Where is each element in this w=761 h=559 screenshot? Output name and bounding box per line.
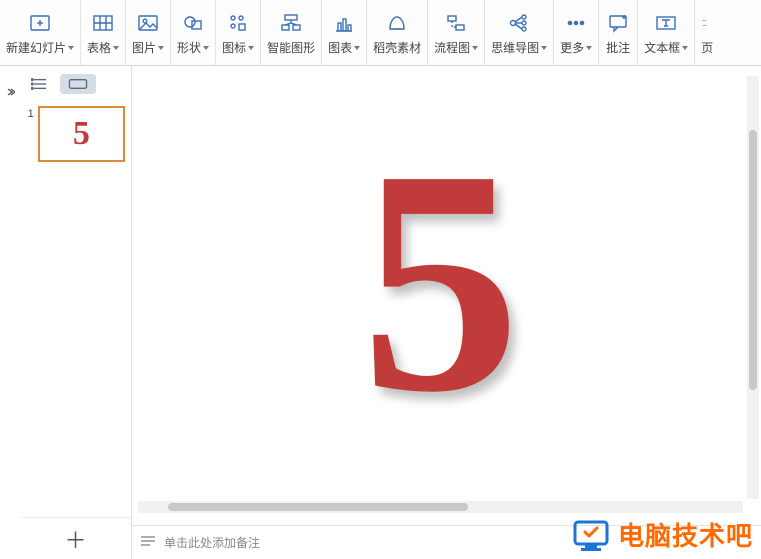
outline-view-button[interactable] — [26, 74, 54, 94]
plus-icon: ＋ — [64, 523, 86, 555]
slide-number-shape[interactable]: 5 — [361, 121, 521, 441]
header-footer-partial[interactable]: 页 — [695, 0, 715, 65]
picture-button[interactable]: 图片 — [126, 0, 171, 65]
new-slide-button[interactable]: 新建幻灯片 — [0, 0, 81, 65]
textbox-icon — [653, 11, 679, 35]
panel-toolbar — [20, 66, 131, 102]
smartart-button[interactable]: 智能图形 — [261, 0, 322, 65]
shape-button[interactable]: 形状 — [171, 0, 216, 65]
chart-label: 图表 — [328, 39, 352, 56]
work-area: 1 5 ＋ 5 单击此处添加备注 — [0, 66, 761, 559]
gutter — [0, 66, 20, 559]
header-footer-icon — [702, 11, 712, 35]
more-button[interactable]: 更多 — [554, 0, 599, 65]
shape-label: 形状 — [177, 39, 201, 56]
icons-icon — [225, 11, 251, 35]
insert-ribbon: 新建幻灯片 表格 图片 形状 图标 智能图形 图表 稻壳素材 流程图 思维导图 — [0, 0, 761, 66]
smartart-icon — [278, 11, 304, 35]
flowchart-button[interactable]: 流程图 — [428, 0, 485, 65]
docer-icon — [384, 11, 410, 35]
chart-icon — [331, 11, 357, 35]
thumbnail-view-button[interactable] — [60, 74, 96, 94]
comment-label: 批注 — [606, 39, 630, 56]
collapse-panel-button[interactable] — [5, 86, 15, 100]
slide-index: 1 — [26, 106, 34, 162]
docer-button[interactable]: 稻壳素材 — [367, 0, 428, 65]
docer-label: 稻壳素材 — [373, 39, 421, 56]
flowchart-icon — [443, 11, 469, 35]
add-slide-button[interactable]: ＋ — [20, 517, 131, 559]
picture-label: 图片 — [132, 39, 156, 56]
chart-button[interactable]: 图表 — [322, 0, 367, 65]
mindmap-icon — [506, 11, 532, 35]
comment-button[interactable]: 批注 — [599, 0, 638, 65]
slide-panel: 1 5 ＋ — [20, 66, 132, 559]
shape-icon — [180, 11, 206, 35]
mindmap-label: 思维导图 — [491, 39, 539, 56]
mindmap-button[interactable]: 思维导图 — [485, 0, 554, 65]
main-area: 5 单击此处添加备注 — [132, 66, 761, 559]
more-icon — [563, 11, 589, 35]
canvas-wrap: 5 — [132, 66, 761, 525]
notes-bar[interactable]: 单击此处添加备注 — [132, 525, 761, 559]
vertical-scroll-thumb[interactable] — [749, 130, 757, 390]
picture-icon — [135, 11, 161, 35]
comment-icon — [605, 11, 631, 35]
icon-label: 图标 — [222, 39, 246, 56]
slide-canvas[interactable]: 5 — [138, 76, 743, 499]
horizontal-scroll-thumb[interactable] — [168, 503, 468, 511]
notes-icon — [140, 535, 156, 550]
table-button[interactable]: 表格 — [81, 0, 126, 65]
horizontal-scrollbar[interactable] — [138, 501, 743, 513]
table-icon — [90, 11, 116, 35]
more-label: 更多 — [560, 39, 584, 56]
vertical-scrollbar[interactable] — [747, 76, 759, 499]
smartart-label: 智能图形 — [267, 39, 315, 56]
slide-thumbnail-1[interactable]: 1 5 — [26, 106, 125, 162]
icon-button[interactable]: 图标 — [216, 0, 261, 65]
thumbnail-list: 1 5 — [20, 102, 131, 517]
new-slide-label: 新建幻灯片 — [6, 39, 66, 56]
flowchart-label: 流程图 — [434, 39, 470, 56]
textbox-label: 文本框 — [644, 39, 680, 56]
table-label: 表格 — [87, 39, 111, 56]
thumb-content: 5 — [73, 115, 90, 153]
notes-placeholder: 单击此处添加备注 — [164, 534, 260, 551]
new-slide-icon — [27, 11, 53, 35]
textbox-button[interactable]: 文本框 — [638, 0, 695, 65]
header-footer-label: 页 — [701, 39, 713, 56]
